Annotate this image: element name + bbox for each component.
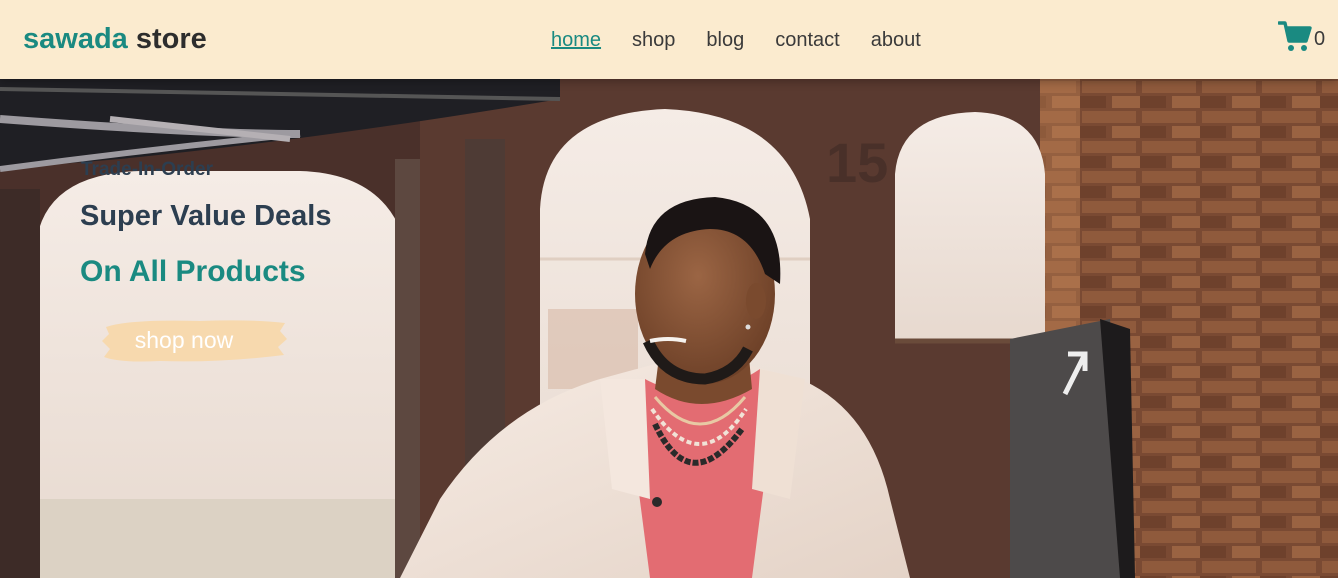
- nav-blog[interactable]: blog: [706, 27, 744, 53]
- site-header: sawada store home shop blog contact abou…: [0, 0, 1338, 79]
- shop-now-label: shop now: [134, 326, 234, 353]
- cart-icon: [1277, 19, 1312, 58]
- nav-shop[interactable]: shop: [632, 27, 675, 53]
- nav-about[interactable]: about: [871, 27, 921, 53]
- hero-banner: 15 Trade-In-Order Super Value Deals On A…: [0, 79, 1338, 578]
- hero-eyebrow: Trade-In-Order: [81, 159, 213, 180]
- hero-headline: Super Value Deals: [80, 200, 332, 232]
- cart-button[interactable]: 0: [1277, 19, 1326, 58]
- site-logo[interactable]: sawada store: [23, 21, 207, 57]
- svg-text:15: 15: [826, 131, 888, 194]
- cart-count: 0: [1314, 27, 1326, 50]
- shop-now-button[interactable]: shop now: [100, 317, 288, 363]
- main-nav: home shop blog contact about: [551, 26, 921, 54]
- logo-suffix: store: [135, 23, 207, 55]
- nav-home[interactable]: home: [551, 27, 601, 53]
- logo-brand: sawada: [23, 23, 128, 55]
- nav-contact[interactable]: contact: [775, 27, 839, 53]
- hero-subheadline: On All Products: [80, 255, 306, 288]
